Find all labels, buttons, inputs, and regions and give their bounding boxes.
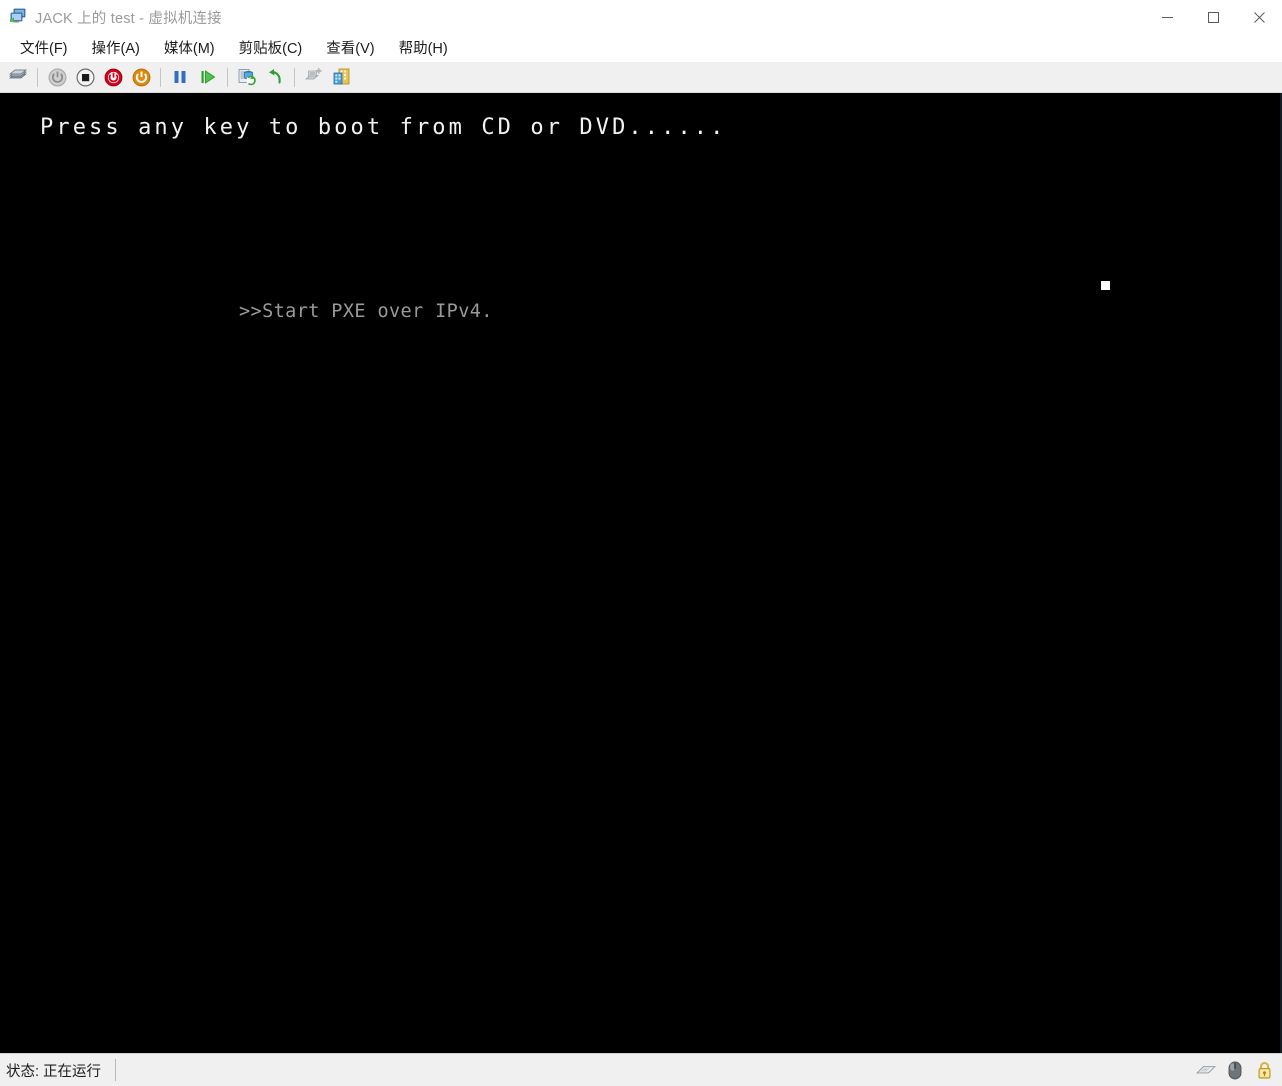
- block-cursor: [1101, 281, 1110, 290]
- stop-square-icon: [76, 68, 94, 86]
- enhanced-session-icon: [333, 68, 350, 85]
- turn-off-button[interactable]: [71, 63, 99, 91]
- menu-bar: 文件(F) 操作(A) 媒体(M) 剪贴板(C) 查看(V) 帮助(H): [0, 34, 1282, 62]
- move-button[interactable]: [300, 63, 328, 91]
- ctrl-alt-del-icon: [9, 69, 27, 79]
- reset-button[interactable]: [194, 63, 222, 91]
- minimize-button[interactable]: [1144, 0, 1190, 34]
- vm-connect-window: JACK 上的 test - 虚拟机连接 文件(F) 操作(A) 媒体(M) 剪…: [0, 0, 1282, 1086]
- toolbar-separator: [227, 67, 228, 87]
- ctrl-alt-delete-button[interactable]: [4, 63, 32, 91]
- save-button[interactable]: [127, 63, 155, 91]
- menu-help[interactable]: 帮助(H): [390, 34, 457, 62]
- menu-media[interactable]: 媒体(M): [155, 34, 224, 62]
- enhanced-session-button[interactable]: [328, 63, 356, 91]
- menu-clipboard[interactable]: 剪贴板(C): [230, 34, 312, 62]
- status-bar: 状态: 正在运行: [0, 1053, 1282, 1086]
- shut-down-button[interactable]: [99, 63, 127, 91]
- title-bar: JACK 上的 test - 虚拟机连接: [0, 0, 1282, 34]
- window-title: JACK 上的 test - 虚拟机连接: [35, 10, 222, 27]
- toolbar-separator: [160, 67, 161, 87]
- power-orange-icon: [132, 68, 150, 86]
- maximize-button[interactable]: [1190, 0, 1236, 34]
- menu-file[interactable]: 文件(F): [11, 34, 77, 62]
- status-divider: [115, 1059, 117, 1081]
- minimize-icon: [1161, 16, 1173, 18]
- menu-view[interactable]: 查看(V): [317, 34, 383, 62]
- vm-connect-icon: [9, 8, 27, 26]
- mouse-icon: [1224, 1059, 1246, 1081]
- boot-prompt-text: Press any key to boot from CD or DVD....…: [40, 115, 727, 140]
- close-icon: [1253, 11, 1265, 23]
- lock-icon: [1253, 1059, 1275, 1081]
- start-button[interactable]: [43, 63, 71, 91]
- close-button[interactable]: [1236, 0, 1282, 34]
- window-controls: [1144, 0, 1282, 34]
- menu-action[interactable]: 操作(A): [83, 34, 149, 62]
- checkpoint-icon: [238, 69, 256, 86]
- toolbar-separator: [294, 67, 295, 87]
- status-text: 状态: 正在运行: [6, 1063, 102, 1080]
- shutdown-red-icon: [104, 68, 122, 86]
- toolbar: [0, 62, 1282, 93]
- pause-button[interactable]: [166, 63, 194, 91]
- power-on-icon: [48, 68, 66, 86]
- checkpoint-button[interactable]: [233, 63, 261, 91]
- pause-icon: [174, 71, 186, 83]
- toolbar-separator: [37, 67, 38, 87]
- revert-arrow-icon: [269, 69, 281, 84]
- keyboard-icon: [1195, 1059, 1217, 1081]
- pxe-status-text: >>Start PXE over IPv4.: [239, 301, 493, 322]
- play-green-icon: [201, 70, 216, 84]
- maximize-icon: [1207, 11, 1219, 23]
- move-disabled-icon: [305, 68, 322, 80]
- vm-console-screen[interactable]: Press any key to boot from CD or DVD....…: [0, 93, 1282, 1053]
- revert-button[interactable]: [261, 63, 289, 91]
- status-icon-group: [1195, 1054, 1275, 1086]
